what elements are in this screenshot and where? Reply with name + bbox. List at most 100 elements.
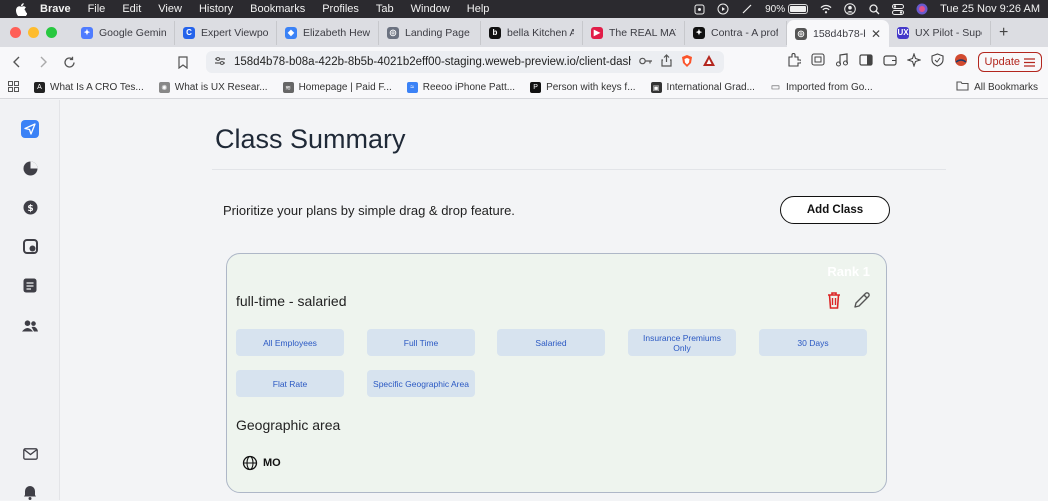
screenshot-icon[interactable] [810, 53, 825, 71]
battery-indicator[interactable]: 90% [765, 3, 809, 15]
brave-rewards-icon[interactable] [702, 54, 716, 70]
users-group-icon[interactable] [21, 317, 39, 335]
tab-favicon-icon: ◎ [795, 27, 807, 40]
battery-percent: 90% [765, 3, 786, 15]
menu-window[interactable]: Window [411, 3, 450, 15]
browser-tab[interactable]: ◎ Landing Page De [379, 20, 481, 45]
browser-toolbar: 158d4b78-b08a-422b-8b5b-4021b2eff00-stag… [0, 47, 1048, 77]
bookmark-label: Person with keys f... [546, 82, 636, 93]
tab-title: Landing Page De [405, 26, 472, 39]
brave-shields-icon[interactable] [680, 54, 694, 71]
sidebar-toggle-icon[interactable] [858, 53, 873, 71]
add-class-button[interactable]: Add Class [780, 196, 890, 224]
tab-title: The REAL MATUR [609, 26, 676, 39]
svg-text:$: $ [27, 204, 33, 214]
leo-ai-icon[interactable] [905, 51, 922, 72]
play-icon[interactable] [717, 3, 729, 15]
menu-view[interactable]: View [158, 3, 182, 15]
browser-tab[interactable]: ✦ Contra - A profe [685, 20, 787, 45]
mail-icon[interactable] [21, 445, 39, 463]
macos-menu-bar: Brave File Edit View History Bookmarks P… [0, 0, 1048, 18]
site-settings-icon[interactable] [214, 56, 226, 69]
password-key-icon[interactable] [639, 56, 653, 68]
bookmark-item[interactable]: ▣ International Grad... [650, 82, 755, 93]
siri-icon[interactable] [916, 3, 928, 15]
apple-icon[interactable] [14, 2, 28, 16]
address-bar[interactable]: 158d4b78-b08a-422b-8b5b-4021b2eff00-stag… [206, 51, 724, 73]
bookmark-label: Reeoo iPhone Patt... [422, 82, 516, 93]
bookmark-item[interactable]: ≈ Reeoo iPhone Patt... [406, 82, 516, 93]
spotlight-search-icon[interactable] [868, 3, 880, 15]
update-button[interactable]: Update [977, 52, 1042, 72]
control-center-icon[interactable] [892, 3, 905, 15]
tab-favicon-icon: ◆ [285, 26, 297, 39]
bookmark-favicon-icon: ≈ [406, 82, 418, 93]
main-content: Class Summary Prioritize your plans by s… [60, 100, 1048, 500]
reload-button[interactable] [60, 53, 78, 71]
extensions-icon[interactable] [787, 52, 802, 72]
all-bookmarks-label: All Bookmarks [974, 82, 1038, 93]
control-icon[interactable] [693, 3, 705, 15]
minimize-window-button[interactable] [28, 27, 39, 38]
wifi-icon[interactable] [820, 3, 832, 15]
bookmark-item[interactable]: ✺ What is UX Resear... [158, 82, 268, 93]
browser-tab[interactable]: ▶ The REAL MATUR [583, 20, 685, 45]
edit-pencil-icon[interactable] [853, 291, 871, 309]
wallet-icon[interactable] [882, 53, 897, 71]
back-button[interactable] [8, 53, 26, 71]
bookmark-page-icon[interactable] [174, 53, 192, 71]
tab-favicon-icon: ✦ [693, 26, 705, 39]
class-card[interactable]: Rank 1 full-time - salaried All Employee… [226, 253, 887, 493]
zoom-window-button[interactable] [46, 27, 57, 38]
menu-app-brave[interactable]: Brave [40, 3, 71, 15]
notification-bell-icon[interactable] [21, 483, 39, 501]
chip-insurance-premiums-only: Insurance Premiums Only [628, 329, 736, 356]
menu-edit[interactable]: Edit [122, 3, 141, 15]
browser-tab[interactable]: ◎ 158d4b78-b ✕ [787, 20, 889, 47]
menu-history[interactable]: History [199, 3, 233, 15]
pen-slash-icon[interactable] [741, 3, 753, 15]
browser-tab[interactable]: ◆ Elizabeth Hewitt [277, 20, 379, 45]
dollar-coin-icon[interactable]: $ [21, 198, 39, 216]
browser-tab[interactable]: b bella Kitchen Ap [481, 20, 583, 45]
menu-bookmarks[interactable]: Bookmarks [250, 3, 305, 15]
user-account-icon[interactable] [844, 3, 856, 15]
close-tab-icon[interactable]: ✕ [871, 27, 881, 41]
share-icon[interactable] [661, 54, 672, 70]
send-icon[interactable] [21, 120, 39, 138]
delete-icon[interactable] [825, 290, 843, 310]
chip-specific-geographic-area: Specific Geographic Area [367, 370, 475, 397]
globe-icon [242, 455, 258, 471]
menu-profiles[interactable]: Profiles [322, 3, 359, 15]
all-bookmarks-folder[interactable]: All Bookmarks [956, 81, 1038, 94]
menu-bar-clock[interactable]: Tue 25 Nov 9:26 AM [940, 3, 1040, 15]
new-tab-button[interactable]: + [999, 24, 1008, 42]
bookmark-item[interactable]: A What Is A CRO Tes... [34, 82, 144, 93]
bookmark-label: Imported from Go... [785, 82, 873, 93]
shield-check-icon[interactable] [21, 237, 39, 255]
tab-title: Elizabeth Hewitt [303, 26, 370, 39]
vpn-shield-icon[interactable] [930, 52, 944, 72]
browser-tab[interactable]: C Expert Viewpoir [175, 20, 277, 45]
bookmark-favicon-icon: ≋ [282, 82, 294, 93]
bookmark-item[interactable]: ≋ Homepage | Paid F... [282, 82, 392, 93]
bookmark-item[interactable]: P Person with keys f... [530, 82, 636, 93]
document-list-icon[interactable] [21, 276, 39, 294]
close-window-button[interactable] [10, 27, 21, 38]
forward-button[interactable] [34, 53, 52, 71]
profile-avatar-icon[interactable] [954, 53, 968, 72]
menu-tab[interactable]: Tab [376, 3, 394, 15]
title-divider [212, 169, 946, 170]
bookmark-favicon-icon: ✺ [158, 82, 170, 93]
url-text[interactable]: 158d4b78-b08a-422b-8b5b-4021b2eff00-stag… [234, 56, 631, 68]
tab-title: 158d4b78-b [813, 27, 865, 40]
apps-grid-icon[interactable] [8, 80, 19, 95]
tab-list: ✦ Google Gemini C Expert Viewpoir ◆ Elizabeth… [73, 18, 991, 47]
browser-tab[interactable]: ✦ Google Gemini [73, 20, 175, 45]
music-icon[interactable] [835, 52, 849, 72]
browser-tab[interactable]: UX UX Pilot - Super [889, 20, 991, 45]
pie-chart-icon[interactable] [21, 159, 39, 177]
bookmark-item[interactable]: ▭ Imported from Go... [770, 82, 873, 93]
menu-help[interactable]: Help [467, 3, 490, 15]
menu-file[interactable]: File [88, 3, 106, 15]
